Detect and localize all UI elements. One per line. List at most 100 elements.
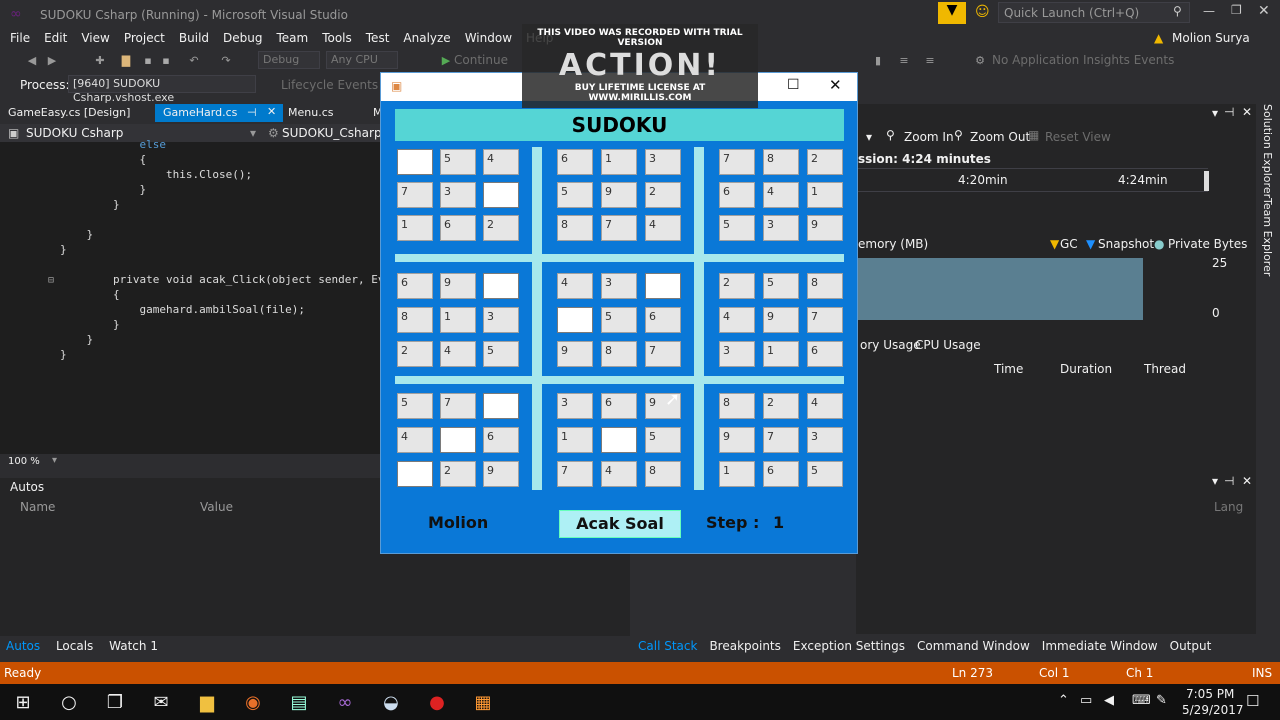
close-icon[interactable]: ✕: [1258, 3, 1270, 19]
sudoku-cell[interactable]: 5: [645, 427, 681, 453]
comment-icon[interactable]: ≡: [896, 53, 912, 69]
sudoku-cell[interactable]: 5: [440, 149, 476, 175]
process-select[interactable]: [9640] SUDOKU Csharp.vshost.exe: [68, 75, 256, 104]
redo-icon[interactable]: ↷: [218, 53, 234, 69]
continue-button[interactable]: Continue: [454, 53, 508, 67]
memory-chart[interactable]: [856, 258, 1206, 320]
sudoku-cell[interactable]: 5: [719, 215, 755, 241]
tab-command-window[interactable]: Command Window: [911, 636, 1036, 656]
sudoku-cell[interactable]: [440, 427, 476, 453]
sudoku-cell[interactable]: 8: [807, 273, 843, 299]
lifecycle-events-select[interactable]: Lifecycle Events: [281, 78, 378, 92]
sudoku-cell[interactable]: 5: [557, 182, 593, 208]
sudoku-cell[interactable]: 3: [719, 341, 755, 367]
tab-gameeasy-design[interactable]: GameEasy.cs [Design]: [0, 104, 138, 122]
sudoku-cell[interactable]: 3: [440, 182, 476, 208]
windows-start-icon[interactable]: ⊞: [0, 684, 46, 720]
sudoku-cell[interactable]: 2: [440, 461, 476, 487]
sudoku-cell[interactable]: 2: [807, 149, 843, 175]
panel-dropdown-icon[interactable]: ▾: [1212, 106, 1218, 120]
panel-pin-icon[interactable]: ⊣: [1224, 105, 1234, 119]
sudoku-cell[interactable]: 5: [601, 307, 637, 333]
sudoku-cell[interactable]: 6: [557, 149, 593, 175]
zoom-in-button[interactable]: Zoom In: [904, 130, 954, 144]
cortana-icon[interactable]: ○: [46, 684, 92, 720]
battery-icon[interactable]: ▭: [1080, 693, 1092, 708]
new-project-icon[interactable]: ✚: [92, 53, 108, 69]
task-view-icon[interactable]: ❐: [92, 684, 138, 720]
save-icon[interactable]: ▪: [140, 53, 156, 69]
panel2-close-icon[interactable]: ✕: [1242, 474, 1252, 488]
mail-icon[interactable]: ✉: [138, 684, 184, 720]
menu-debug[interactable]: Debug: [216, 28, 269, 48]
sudoku-cell[interactable]: 6: [807, 341, 843, 367]
tab-call-stack[interactable]: Call Stack: [632, 636, 703, 656]
sudoku-cell[interactable]: 2: [719, 273, 755, 299]
sudoku-cell[interactable]: 2: [645, 182, 681, 208]
sudoku-cell[interactable]: 6: [763, 461, 799, 487]
panel-close-icon[interactable]: ✕: [1242, 105, 1252, 119]
sudoku-cell[interactable]: 4: [719, 307, 755, 333]
menu-test[interactable]: Test: [359, 28, 397, 48]
sudoku-cell[interactable]: 3: [645, 149, 681, 175]
keyboard-icon[interactable]: ⌨: [1132, 693, 1151, 708]
config-select[interactable]: Debug: [258, 51, 320, 69]
minimize-icon[interactable]: —: [1203, 4, 1215, 18]
sudoku-cell[interactable]: 3: [807, 427, 843, 453]
sudoku-cell[interactable]: 9: [557, 341, 593, 367]
acak-soal-button[interactable]: Acak Soal: [559, 510, 681, 538]
sudoku-cell[interactable]: 1: [807, 182, 843, 208]
sudoku-cell[interactable]: 4: [440, 341, 476, 367]
tab-watch1[interactable]: Watch 1: [103, 636, 164, 656]
save-all-icon[interactable]: ▪: [158, 53, 174, 69]
tab-breakpoints[interactable]: Breakpoints: [703, 636, 786, 656]
sudoku-cell[interactable]: 8: [719, 393, 755, 419]
sudoku-cell[interactable]: 5: [483, 341, 519, 367]
sudoku-cell[interactable]: 2: [763, 393, 799, 419]
menu-edit[interactable]: Edit: [37, 28, 74, 48]
sudoku-cell[interactable]: 7: [397, 182, 433, 208]
sudoku-cell[interactable]: 7: [763, 427, 799, 453]
menu-analyze[interactable]: Analyze: [396, 28, 457, 48]
sudoku-cell[interactable]: 6: [645, 307, 681, 333]
sudoku-cell[interactable]: 1: [601, 149, 637, 175]
sudoku-cell[interactable]: [397, 149, 433, 175]
sudoku-cell[interactable]: 8: [557, 215, 593, 241]
menu-build[interactable]: Build: [172, 28, 216, 48]
tab-cpu-usage[interactable]: CPU Usage: [915, 338, 981, 352]
feedback-smiley-icon[interactable]: ☺: [975, 4, 990, 20]
sudoku-cell[interactable]: 4: [557, 273, 593, 299]
sudoku-cell[interactable]: 9: [763, 307, 799, 333]
menu-tools[interactable]: Tools: [315, 28, 359, 48]
zoom-out-button[interactable]: Zoom Out: [970, 130, 1030, 144]
sudoku-cell[interactable]: 3: [483, 307, 519, 333]
autos-col-lang[interactable]: Lang: [1214, 500, 1243, 514]
sudoku-cell[interactable]: 1: [397, 215, 433, 241]
sudoku-cell[interactable]: 5: [807, 461, 843, 487]
tab-menu[interactable]: Menu.cs: [280, 104, 341, 122]
app-icon[interactable]: ▤: [276, 684, 322, 720]
clock-time[interactable]: 7:05 PM: [1186, 687, 1234, 701]
tab-output[interactable]: Output: [1164, 636, 1218, 656]
application-insights-status[interactable]: No Application Insights Events: [992, 53, 1174, 67]
sudoku-cell[interactable]: 1: [557, 427, 593, 453]
form-maximize-icon[interactable]: ☐: [787, 77, 800, 93]
sudoku-cell[interactable]: 4: [483, 149, 519, 175]
autos-col-name[interactable]: Name: [20, 500, 55, 514]
sudoku-cell[interactable]: 7: [645, 341, 681, 367]
menu-window[interactable]: Window: [458, 28, 519, 48]
sudoku-cell[interactable]: 3: [557, 393, 593, 419]
sudoku-cell[interactable]: 4: [397, 427, 433, 453]
sudoku-cell[interactable]: 4: [601, 461, 637, 487]
steam-icon[interactable]: ◒: [368, 684, 414, 720]
sudoku-cell[interactable]: 2: [397, 341, 433, 367]
file-explorer-icon[interactable]: ▆: [184, 684, 230, 720]
sudoku-cell[interactable]: 9: [483, 461, 519, 487]
firefox-icon[interactable]: ◉: [230, 684, 276, 720]
sudoku-cell[interactable]: 5: [397, 393, 433, 419]
sudoku-cell[interactable]: 1: [440, 307, 476, 333]
team-explorer-tab[interactable]: Team Explorer: [1261, 198, 1274, 276]
sudoku-cell[interactable]: [645, 273, 681, 299]
clock-date[interactable]: 5/29/2017: [1182, 703, 1244, 717]
record-icon[interactable]: ●: [414, 684, 460, 720]
